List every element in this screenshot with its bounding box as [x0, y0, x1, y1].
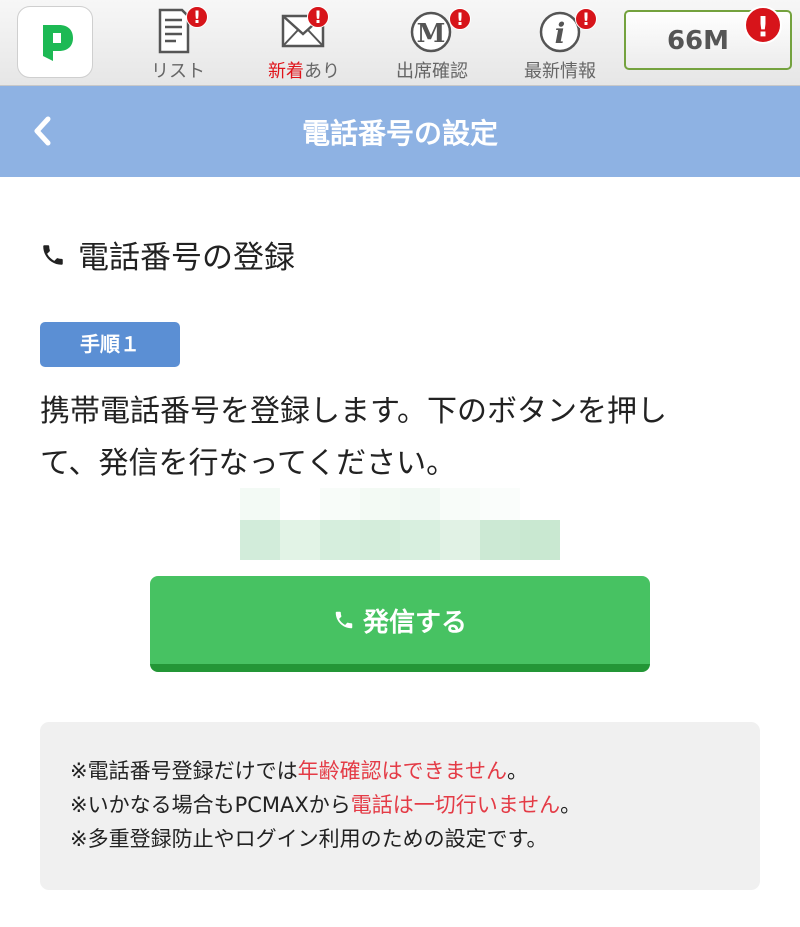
notice-line-1: ※電話番号登録だけでは年齢確認はできません。 — [70, 759, 528, 783]
notice-box: ※電話番号登録だけでは年齢確認はできません。 ※いかなる場合もPCMAXから電話… — [40, 722, 760, 890]
messages-alert-badge: ! — [307, 6, 329, 28]
nav-latest-info-label: 最新情報 — [524, 61, 596, 82]
page-header: 電話番号の設定 — [0, 86, 800, 177]
instruction-line-1: 携帯電話番号を登録します。下のボタンを押し — [40, 394, 667, 429]
notice-line-2: ※いかなる場合もPCMAXから電話は一切行いません。 — [70, 793, 582, 817]
svg-text:M: M — [417, 19, 446, 49]
notice-line-3: ※多重登録防止やログイン利用のための設定です。 — [70, 827, 548, 851]
nav-new-messages-label: 新着あり — [268, 61, 340, 82]
instruction-line-2: て、発信を行なってください。 — [40, 446, 457, 481]
redacted-phone-number — [240, 488, 560, 560]
nav-list[interactable]: ! リスト — [118, 0, 238, 86]
list-alert-badge: ! — [186, 6, 208, 28]
top-navigation-bar: ! リスト ! 新着あり M ! 出席確認 i ! 最新情報 66M ! — [0, 0, 800, 86]
phone-icon — [335, 611, 353, 629]
nav-new-messages[interactable]: ! 新着あり — [244, 0, 364, 86]
info-alert-badge: ! — [575, 8, 597, 30]
phone-icon — [43, 244, 63, 265]
app-logo[interactable] — [17, 6, 93, 78]
nav-attendance[interactable]: M ! 出席確認 — [372, 0, 492, 86]
section-heading: 電話番号の登録 — [40, 232, 295, 277]
pcmax-logo-icon — [43, 25, 73, 61]
nav-attendance-label: 出席確認 — [396, 61, 468, 82]
call-button-label: 発信する — [362, 607, 467, 638]
nav-list-label: リスト — [151, 61, 205, 82]
nav-latest-info[interactable]: i ! 最新情報 — [500, 0, 620, 86]
attendance-alert-badge: ! — [449, 8, 471, 30]
page-title: 電話番号の設定 — [301, 117, 498, 150]
section-heading-text: 電話番号の登録 — [78, 240, 295, 276]
svg-text:i: i — [555, 17, 566, 50]
call-button[interactable]: 発信する — [150, 576, 650, 672]
points-alert-badge: ! — [744, 6, 782, 44]
points-button[interactable]: 66M ! — [624, 6, 792, 70]
instruction-text: 携帯電話番号を登録します。下のボタンを押し て、発信を行なってください。 — [40, 386, 770, 490]
step-badge: 手順１ — [40, 322, 180, 367]
